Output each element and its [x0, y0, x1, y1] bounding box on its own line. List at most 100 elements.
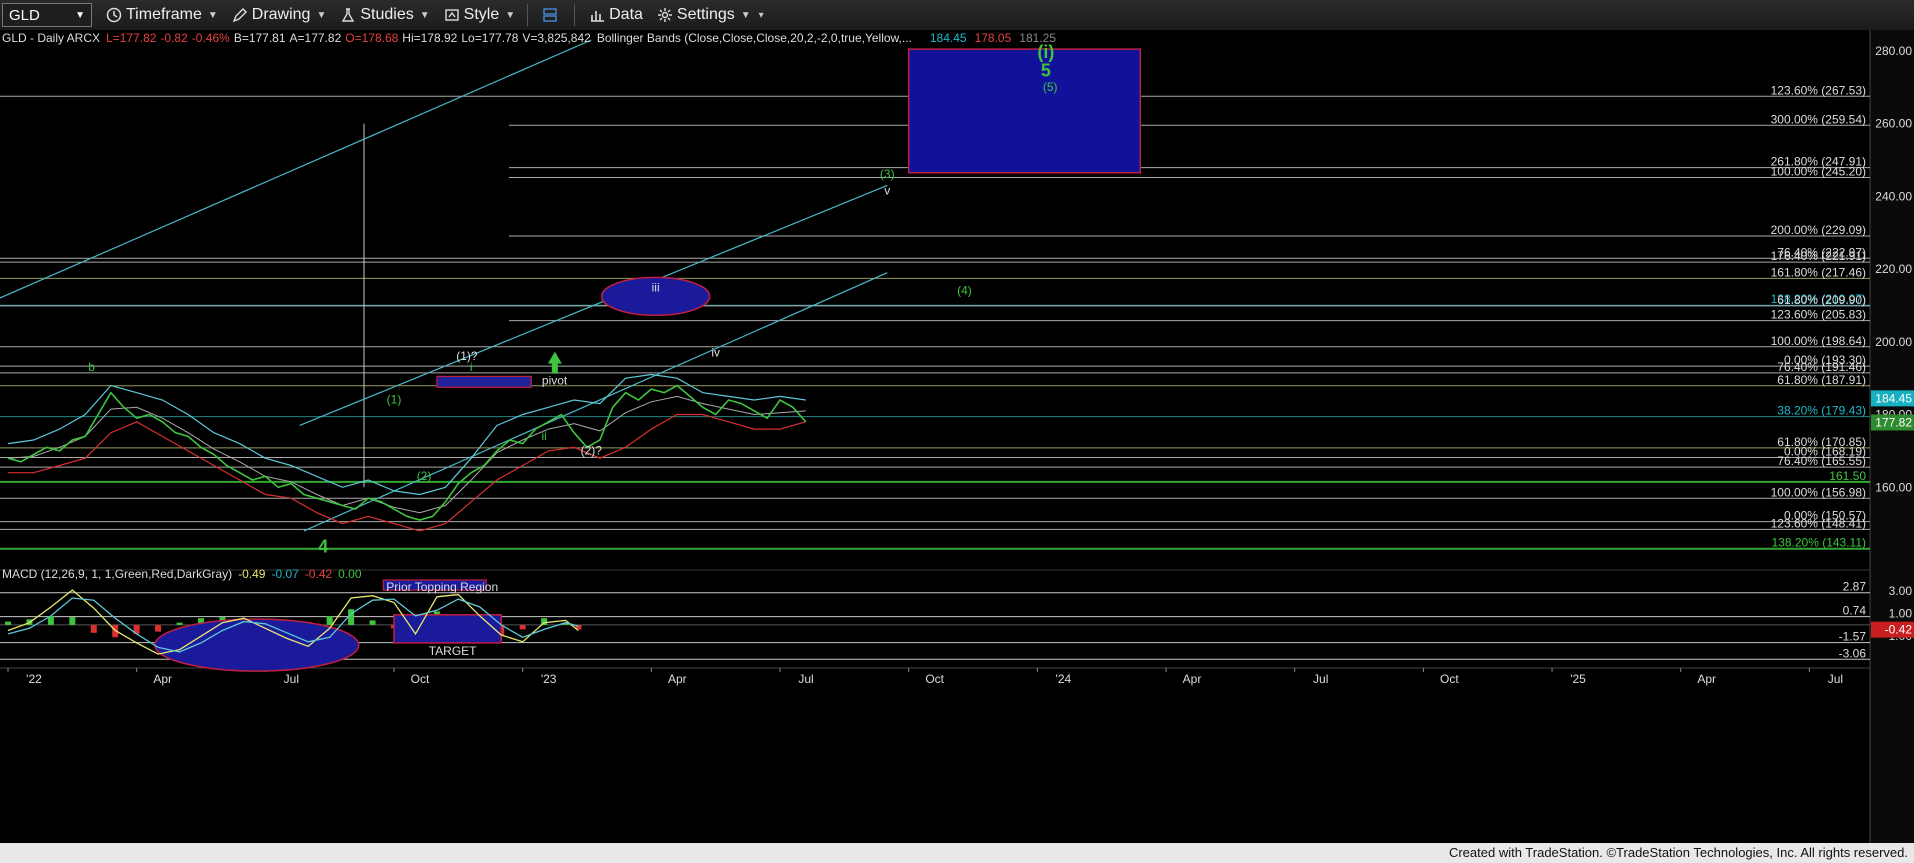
- footer-credit: Created with TradeStation. ©TradeStation…: [1448, 845, 1908, 860]
- data-menu[interactable]: Data: [589, 6, 643, 24]
- last-price-badge-text: 177.82: [1875, 415, 1912, 429]
- bar-chart-icon: [591, 11, 605, 22]
- time-tick-label: Jul: [798, 672, 813, 686]
- chevron-down-icon: ▼: [740, 9, 751, 21]
- wave-label: i: [470, 360, 473, 374]
- fib-level-label: 61.80% (187.91): [1777, 373, 1866, 387]
- gear-icon: [657, 8, 672, 22]
- wave-label: 4: [318, 537, 328, 557]
- symbol-text: GLD: [9, 6, 40, 24]
- pencil-icon: [232, 8, 247, 23]
- wave-label: ii: [541, 429, 546, 443]
- data-label: Data: [609, 6, 643, 23]
- wave-label: (2): [417, 469, 432, 483]
- macd-histogram-bar: [326, 615, 333, 625]
- macd-histogram-bar: [369, 620, 376, 625]
- time-tick-label: Apr: [668, 672, 687, 686]
- time-tick-label: Jul: [284, 672, 299, 686]
- macd-histogram-bar: [519, 624, 526, 630]
- style-icon: [444, 9, 459, 21]
- price-tick-label: 160.00: [1875, 480, 1912, 494]
- macd-level-label: 2.87: [1843, 580, 1867, 594]
- chevron-down-icon: ▼: [207, 9, 218, 21]
- chevron-down-icon: ▼: [316, 9, 327, 21]
- time-tick-label: Apr: [1183, 672, 1202, 686]
- macd-target-label: TARGET: [429, 644, 477, 658]
- fib-level-label: 100.00% (198.64): [1771, 334, 1866, 348]
- wave-label: (4): [957, 284, 972, 298]
- wave-label: iv: [711, 345, 720, 359]
- time-tick-label: '23: [541, 672, 557, 686]
- price-tick-label: 260.00: [1875, 117, 1912, 131]
- fib-level-label: 200.00% (229.09): [1771, 223, 1866, 237]
- price-tick-label: 220.00: [1875, 262, 1912, 276]
- wave-label: (i): [1037, 42, 1054, 62]
- style-menu[interactable]: Style ▼: [444, 6, 515, 24]
- wave-iii-label: iii: [652, 280, 660, 294]
- wave-label: (1)?: [456, 349, 478, 363]
- macd-level-label: -1.57: [1839, 630, 1867, 644]
- time-tick-label: Apr: [153, 672, 172, 686]
- price-tick-label: 240.00: [1875, 189, 1912, 203]
- footer: Created with TradeStation. ©TradeStation…: [0, 843, 1914, 863]
- prior-topping-label: Prior Topping Region: [386, 580, 498, 594]
- wave-label: 5: [1041, 60, 1051, 80]
- wave-label: b: [88, 360, 95, 374]
- macd-tick-label: 1.00: [1889, 607, 1913, 621]
- settings-menu[interactable]: Settings ▼ ▾: [657, 6, 764, 24]
- macd-histogram-bar: [5, 621, 11, 625]
- macd-histogram-bar: [155, 624, 162, 632]
- time-tick-label: '22: [26, 672, 42, 686]
- toolbar-divider: [527, 4, 529, 26]
- fib-level-label: 300.00% (259.54): [1771, 112, 1866, 126]
- studies-label: Studies: [360, 6, 414, 23]
- macd-histogram-bar: [90, 624, 97, 633]
- fib-level-label: 123.60% (267.53): [1771, 83, 1866, 97]
- time-tick-label: Oct: [1440, 672, 1459, 686]
- last-price-badge-text: 184.45: [1875, 391, 1912, 405]
- timeframe-label: Timeframe: [126, 6, 202, 23]
- fib-level-label: 61.80% (209.90): [1777, 293, 1866, 307]
- time-tick-label: Jul: [1313, 672, 1328, 686]
- macd-tick-label: 3.00: [1889, 584, 1913, 598]
- macd-level-label: 0.74: [1843, 604, 1867, 618]
- wave-label: (1): [387, 393, 402, 407]
- drawing-menu[interactable]: Drawing ▼: [232, 6, 327, 24]
- time-tick-label: '25: [1570, 672, 1586, 686]
- toolbar-divider: [574, 4, 576, 26]
- fib-level-label: 176.40% (221.91): [1771, 249, 1866, 263]
- clock-icon: [106, 7, 122, 23]
- chevron-down-icon: ▼: [419, 9, 430, 21]
- overflow-chevron-icon[interactable]: ▾: [759, 10, 764, 21]
- macd-target-box: [393, 614, 502, 644]
- fib-level-label: 38.20% (179.43): [1777, 404, 1866, 418]
- macd-info: MACD (12,26,9, 1, 1,Green,Red,DarkGray) -…: [2, 567, 362, 581]
- price-tick-label: 280.00: [1875, 44, 1912, 58]
- time-tick-label: '24: [1056, 672, 1072, 686]
- macd-histogram-bar: [348, 609, 355, 625]
- time-tick-label: Oct: [925, 672, 944, 686]
- time-tick-label: Oct: [411, 672, 430, 686]
- macd-target-ellipse: [154, 618, 360, 672]
- symbol-selector[interactable]: GLD ▼: [2, 3, 92, 27]
- price-chart[interactable]: 280.00260.00240.00220.00200.00180.00160.…: [0, 30, 1914, 843]
- wave-label: (5): [1043, 80, 1058, 94]
- fib-level-label: 76.40% (191.46): [1777, 360, 1866, 374]
- macd-histogram-bar: [176, 622, 183, 625]
- time-tick-label: Apr: [1697, 672, 1716, 686]
- settings-label: Settings: [676, 6, 735, 23]
- fib-level-label: 138.20% (143.11): [1771, 536, 1866, 550]
- chevron-down-icon: ▼: [75, 9, 85, 21]
- studies-menu[interactable]: Studies ▼: [340, 6, 430, 24]
- time-tick-label: Jul: [1828, 672, 1843, 686]
- timeframe-menu[interactable]: Timeframe ▼: [106, 6, 218, 24]
- layout-button[interactable]: [542, 7, 562, 23]
- fib-level-label: 76.40% (165.55): [1777, 454, 1866, 468]
- fib-level-label: 100.00% (245.20): [1771, 164, 1866, 178]
- macd-histogram-bar: [69, 617, 76, 625]
- flask-icon: [342, 8, 355, 22]
- fib-level-label: 100.00% (156.98): [1771, 485, 1866, 499]
- macd-level-label: -3.06: [1839, 646, 1867, 660]
- fib-level-label: 123.60% (148.41): [1771, 516, 1866, 530]
- drawing-label: Drawing: [251, 6, 311, 23]
